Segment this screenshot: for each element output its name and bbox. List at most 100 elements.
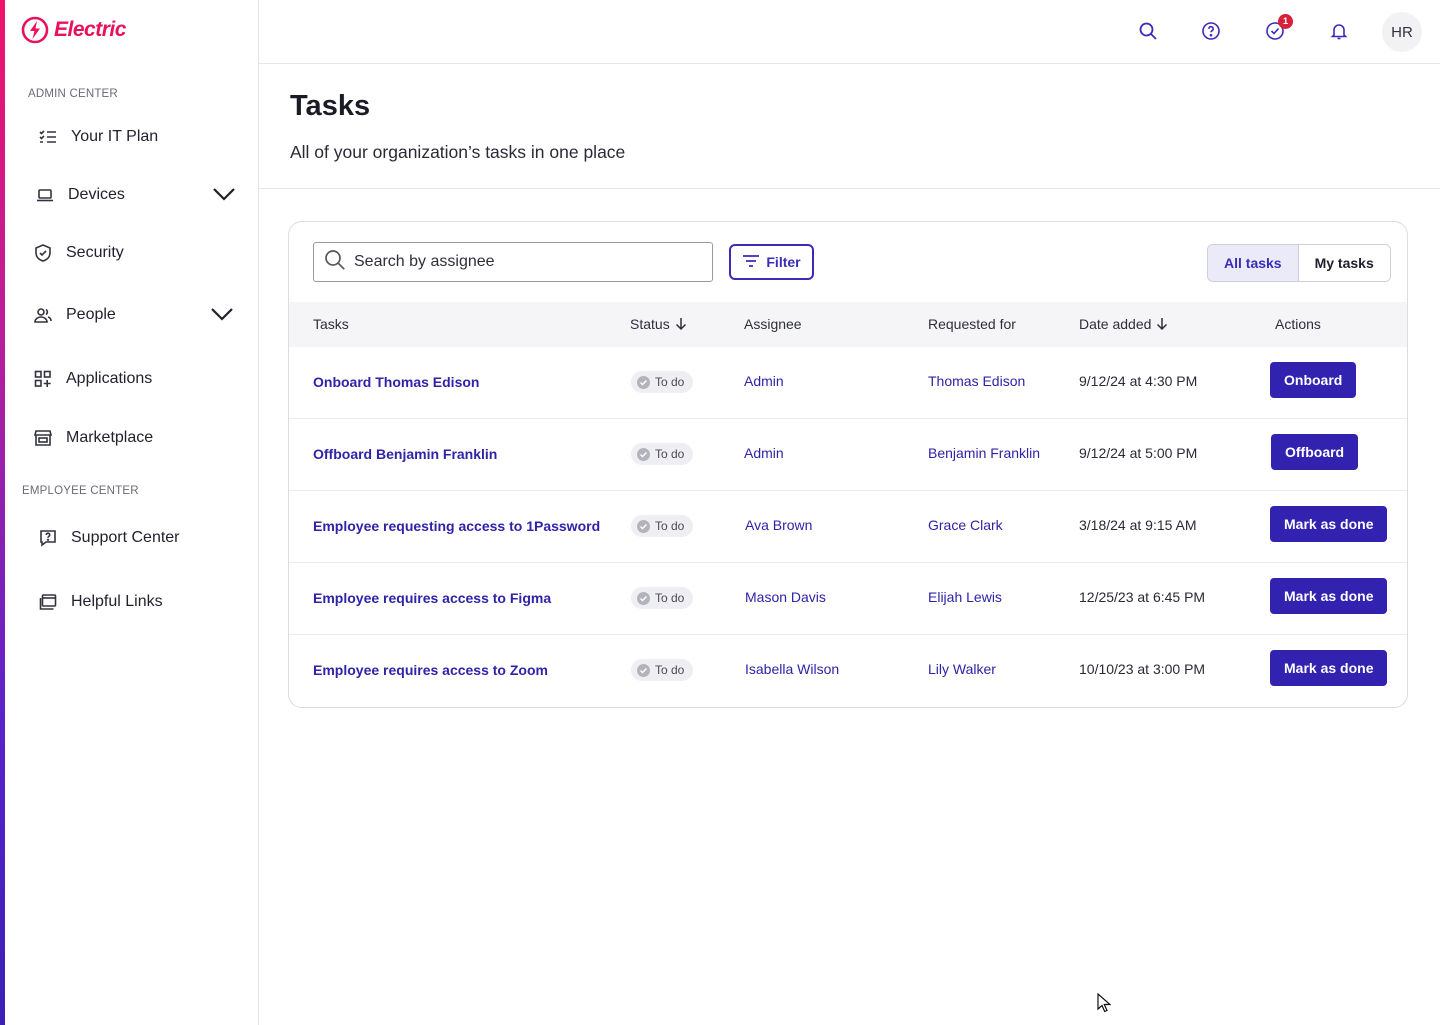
- requested-for-link[interactable]: Grace Clark: [928, 517, 1003, 533]
- logo-text: Electric: [54, 18, 126, 41]
- lightning-logo-icon: [21, 16, 49, 44]
- chevron-down-icon[interactable]: [212, 184, 236, 209]
- status-check-icon: [637, 663, 650, 677]
- row-action-button[interactable]: Mark as done: [1270, 506, 1388, 542]
- date-added: 9/12/24 at 5:00 PM: [1079, 445, 1198, 461]
- status-badge: To do: [631, 587, 694, 609]
- tasks-check-icon[interactable]: 1: [1262, 14, 1293, 44]
- page-title: Tasks: [290, 90, 371, 122]
- requested-for-link[interactable]: Elijah Lewis: [928, 589, 1002, 605]
- task-link[interactable]: Offboard Benjamin Franklin: [313, 446, 497, 462]
- requested-for-link[interactable]: Lily Walker: [928, 661, 996, 677]
- column-header-tasks: Tasks: [313, 316, 349, 332]
- status-badge: To do: [631, 371, 694, 393]
- status-label: To do: [655, 663, 685, 677]
- task-link[interactable]: Employee requires access to Zoom: [313, 662, 548, 678]
- sidebar-item-people[interactable]: People: [32, 295, 242, 335]
- notification-badge: 1: [1278, 14, 1293, 29]
- sort-arrow-down-icon: [675, 318, 686, 331]
- search-icon[interactable]: [1135, 18, 1161, 44]
- status-badge: To do: [631, 515, 694, 537]
- help-icon[interactable]: [1198, 18, 1224, 44]
- status-check-icon: [637, 447, 650, 461]
- date-added: 10/10/23 at 3:00 PM: [1079, 661, 1206, 677]
- table-row: Employee requires access to Figma To do Ma…: [289, 563, 1407, 635]
- sidebar-item-marketplace[interactable]: Marketplace: [32, 418, 242, 458]
- sidebar-item-helpful-links[interactable]: Helpful Links: [37, 582, 247, 622]
- status-label: To do: [655, 447, 685, 461]
- column-header-date-added[interactable]: Date added: [1079, 316, 1168, 332]
- bell-icon[interactable]: [1326, 18, 1352, 44]
- column-label: Assignee: [744, 316, 802, 332]
- column-label: Actions: [1275, 316, 1321, 332]
- sidebar-item-label: Applications: [66, 370, 153, 387]
- requested-for-link[interactable]: Thomas Edison: [928, 373, 1025, 389]
- row-action-button[interactable]: Mark as done: [1270, 650, 1388, 686]
- people-icon: [32, 304, 54, 326]
- tab-all-tasks[interactable]: All tasks: [1208, 245, 1299, 281]
- status-badge: To do: [631, 443, 694, 465]
- section-label-employee: EMPLOYEE CENTER: [22, 485, 139, 497]
- filter-button[interactable]: Filter: [729, 244, 814, 280]
- search-input[interactable]: [354, 253, 694, 271]
- sidebar-item-it-plan[interactable]: Your IT Plan: [37, 117, 247, 157]
- sidebar-item-security[interactable]: Security: [32, 233, 242, 273]
- sidebar-item-label: Security: [66, 244, 124, 261]
- search-box[interactable]: [313, 242, 713, 282]
- page-header: Tasks All of your organization’s tasks i…: [259, 64, 1440, 189]
- assignee-link[interactable]: Admin: [744, 445, 784, 461]
- sidebar-item-label: Your IT Plan: [71, 128, 159, 145]
- filter-label: Filter: [766, 254, 801, 270]
- sidebar-item-label: Marketplace: [66, 429, 154, 446]
- task-link[interactable]: Employee requesting access to 1Password: [313, 518, 600, 534]
- status-label: To do: [655, 375, 685, 389]
- links-icon: [37, 591, 59, 613]
- sidebar-item-support-center[interactable]: Support Center: [37, 518, 247, 558]
- avatar[interactable]: HR: [1382, 12, 1422, 52]
- filter-icon: [742, 254, 760, 271]
- logo[interactable]: Electric: [21, 16, 126, 44]
- assignee-link[interactable]: Isabella Wilson: [745, 661, 839, 677]
- column-header-requested-for: Requested for: [928, 316, 1016, 332]
- mouse-cursor-icon: [1097, 992, 1112, 1018]
- column-header-actions: Actions: [1275, 316, 1321, 332]
- table-row: Employee requesting access to 1Password T…: [289, 491, 1407, 563]
- laptop-icon: [34, 184, 56, 206]
- row-action-button[interactable]: Mark as done: [1270, 578, 1388, 614]
- date-added: 9/12/24 at 4:30 PM: [1079, 373, 1198, 389]
- requested-for-link[interactable]: Benjamin Franklin: [928, 445, 1040, 461]
- sidebar-item-applications[interactable]: Applications: [32, 359, 242, 399]
- sort-arrow-down-icon: [1157, 318, 1168, 331]
- chevron-down-icon[interactable]: [210, 304, 234, 329]
- column-header-status[interactable]: Status: [630, 316, 687, 332]
- sidebar-item-label: Devices: [68, 186, 125, 203]
- column-label: Requested for: [928, 316, 1016, 332]
- assignee-link[interactable]: Admin: [744, 373, 784, 389]
- table-row: Onboard Thomas Edison To do Admin Thomas Ed…: [289, 347, 1407, 419]
- task-link[interactable]: Onboard Thomas Edison: [313, 374, 479, 390]
- row-action-button[interactable]: Offboard: [1271, 434, 1359, 470]
- assignee-link[interactable]: Ava Brown: [745, 517, 812, 533]
- tasks-card: Filter All tasks My tasks Tasks Status A…: [288, 221, 1408, 708]
- apps-grid-icon: [32, 368, 54, 390]
- sidebar-item-label: People: [66, 306, 116, 323]
- assignee-link[interactable]: Mason Davis: [745, 589, 826, 605]
- status-check-icon: [637, 375, 650, 389]
- checklist-icon: [37, 126, 59, 148]
- status-label: To do: [655, 591, 685, 605]
- row-action-button[interactable]: Onboard: [1270, 362, 1357, 398]
- shield-icon: [32, 242, 54, 264]
- sidebar-item-label: Helpful Links: [71, 593, 163, 610]
- table-row: Offboard Benjamin Franklin To do Admin Benj…: [289, 419, 1407, 491]
- status-badge: To do: [631, 659, 694, 681]
- column-label: Tasks: [313, 316, 349, 332]
- task-scope-toggle: All tasks My tasks: [1207, 244, 1391, 282]
- sidebar-item-devices[interactable]: Devices: [34, 175, 244, 215]
- section-label-admin: ADMIN CENTER: [28, 88, 118, 100]
- tab-my-tasks[interactable]: My tasks: [1298, 245, 1390, 281]
- status-check-icon: [637, 591, 650, 605]
- sidebar-item-label: Support Center: [71, 529, 180, 546]
- task-link[interactable]: Employee requires access to Figma: [313, 590, 551, 606]
- column-header-assignee: Assignee: [744, 316, 802, 332]
- sidebar-accent-bar: [0, 0, 5, 1025]
